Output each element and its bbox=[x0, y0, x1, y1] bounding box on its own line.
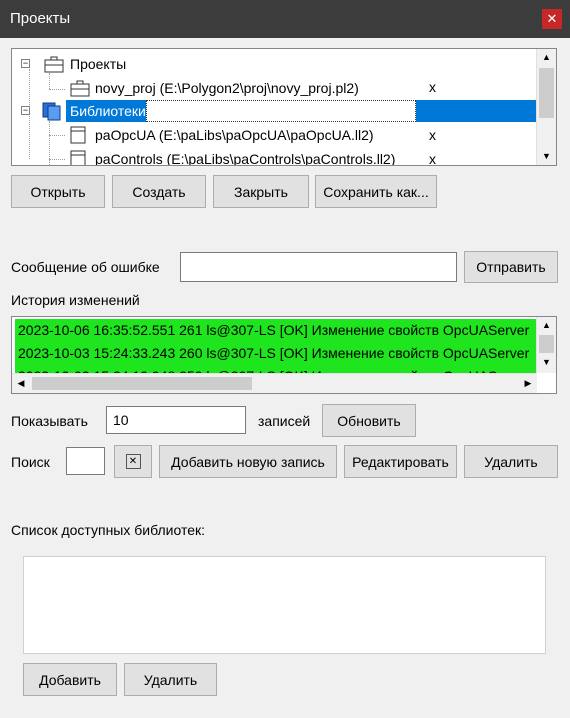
search-label: Поиск bbox=[11, 454, 50, 470]
scroll-right-icon[interactable]: ▶ bbox=[519, 374, 537, 393]
briefcase-icon bbox=[44, 56, 64, 73]
delete-library-button[interactable]: Удалить bbox=[124, 663, 217, 696]
tree-item-paopcua[interactable]: paOpcUA (E:\paLibs\paOpcUA\paOpcUA.ll2) bbox=[95, 124, 374, 146]
scroll-down-icon[interactable]: ▼ bbox=[537, 354, 556, 371]
remove-mark[interactable]: x bbox=[429, 79, 436, 95]
scroll-up-icon[interactable]: ▲ bbox=[537, 317, 556, 334]
tree-connector bbox=[49, 135, 65, 136]
scroll-thumb[interactable] bbox=[32, 377, 252, 390]
history-label: История изменений bbox=[11, 292, 140, 308]
scroll-up-icon[interactable]: ▲ bbox=[537, 49, 556, 66]
selection-focus bbox=[146, 100, 416, 122]
tree-connector bbox=[49, 73, 50, 89]
add-library-button[interactable]: Добавить bbox=[23, 663, 117, 696]
create-button[interactable]: Создать bbox=[112, 175, 206, 208]
search-input[interactable] bbox=[66, 447, 105, 475]
tree-connector bbox=[49, 89, 65, 90]
tree-item-pacontrols[interactable]: paControls (E:\paLibs\paControls\paContr… bbox=[95, 148, 396, 166]
add-record-button[interactable]: Добавить новую запись bbox=[159, 445, 337, 478]
history-horizontal-scrollbar[interactable]: ◀ ▶ bbox=[12, 373, 537, 393]
library-icon bbox=[42, 102, 61, 121]
clear-search-button[interactable]: ✕ bbox=[114, 445, 152, 478]
selection-highlight bbox=[416, 100, 538, 122]
library-file-icon bbox=[70, 150, 86, 165]
collapse-icon[interactable]: − bbox=[21, 106, 30, 115]
history-vertical-scrollbar[interactable]: ▲ ▼ bbox=[536, 317, 556, 373]
history-list[interactable]: 2023-10-06 16:35:52.551 261 ls@307-LS [O… bbox=[11, 316, 557, 394]
scroll-thumb[interactable] bbox=[539, 335, 554, 353]
tree-vertical-scrollbar[interactable]: ▲ ▼ bbox=[536, 49, 556, 165]
close-icon[interactable]: ✕ bbox=[542, 9, 562, 29]
records-unit-label: записей bbox=[258, 413, 311, 429]
tree-item-label: Проекты bbox=[70, 56, 127, 72]
scroll-left-icon[interactable]: ◀ bbox=[12, 374, 30, 393]
records-count-input[interactable]: 10 bbox=[106, 406, 246, 434]
open-button[interactable]: Открыть bbox=[11, 175, 105, 208]
send-button[interactable]: Отправить bbox=[464, 251, 558, 283]
scroll-down-icon[interactable]: ▼ bbox=[537, 148, 556, 165]
tree-connector bbox=[49, 159, 65, 160]
error-message-label: Сообщение об ошибке bbox=[11, 259, 160, 275]
tree-item-libraries[interactable]: Библиотеки bbox=[70, 100, 146, 122]
close-project-button[interactable]: Закрыть bbox=[213, 175, 309, 208]
edit-button[interactable]: Редактировать bbox=[344, 445, 457, 478]
tree-item-label: Библиотеки bbox=[70, 103, 146, 119]
refresh-button[interactable]: Обновить bbox=[322, 404, 416, 437]
tree-item-label: paOpcUA (E:\paLibs\paOpcUA\paOpcUA.ll2) bbox=[95, 127, 374, 143]
title-bar: Проекты ✕ bbox=[0, 0, 570, 38]
project-tree[interactable]: − Проекты novy_proj (E:\Polygon2\proj\no… bbox=[11, 48, 557, 166]
show-label: Показывать bbox=[11, 413, 88, 429]
save-as-button[interactable]: Сохранить как... bbox=[315, 175, 437, 208]
tree-item-novy-proj[interactable]: novy_proj (E:\Polygon2\proj\novy_proj.pl… bbox=[95, 77, 359, 99]
collapse-icon[interactable]: − bbox=[21, 59, 30, 68]
history-row[interactable]: 2023-10-03 15:24:33.243 260 ls@307-LS [O… bbox=[15, 342, 537, 365]
libraries-list[interactable] bbox=[23, 556, 546, 654]
error-message-input[interactable] bbox=[180, 252, 457, 282]
tree-item-label: novy_proj (E:\Polygon2\proj\novy_proj.pl… bbox=[95, 80, 359, 96]
remove-mark[interactable]: x bbox=[429, 127, 436, 143]
tree-item-projects[interactable]: Проекты bbox=[70, 53, 126, 75]
briefcase-icon bbox=[70, 80, 90, 97]
tree-item-label: paControls (E:\paLibs\paControls\paContr… bbox=[95, 151, 396, 166]
remove-mark[interactable]: x bbox=[429, 151, 436, 165]
libraries-label: Список доступных библиотек: bbox=[11, 522, 206, 538]
history-row[interactable]: 2023-10-06 16:35:52.551 261 ls@307-LS [O… bbox=[15, 319, 537, 342]
clear-icon: ✕ bbox=[125, 454, 141, 469]
scroll-thumb[interactable] bbox=[539, 68, 554, 118]
library-file-icon bbox=[70, 126, 86, 144]
window-title: Проекты bbox=[10, 10, 71, 27]
delete-record-button[interactable]: Удалить bbox=[464, 445, 558, 478]
